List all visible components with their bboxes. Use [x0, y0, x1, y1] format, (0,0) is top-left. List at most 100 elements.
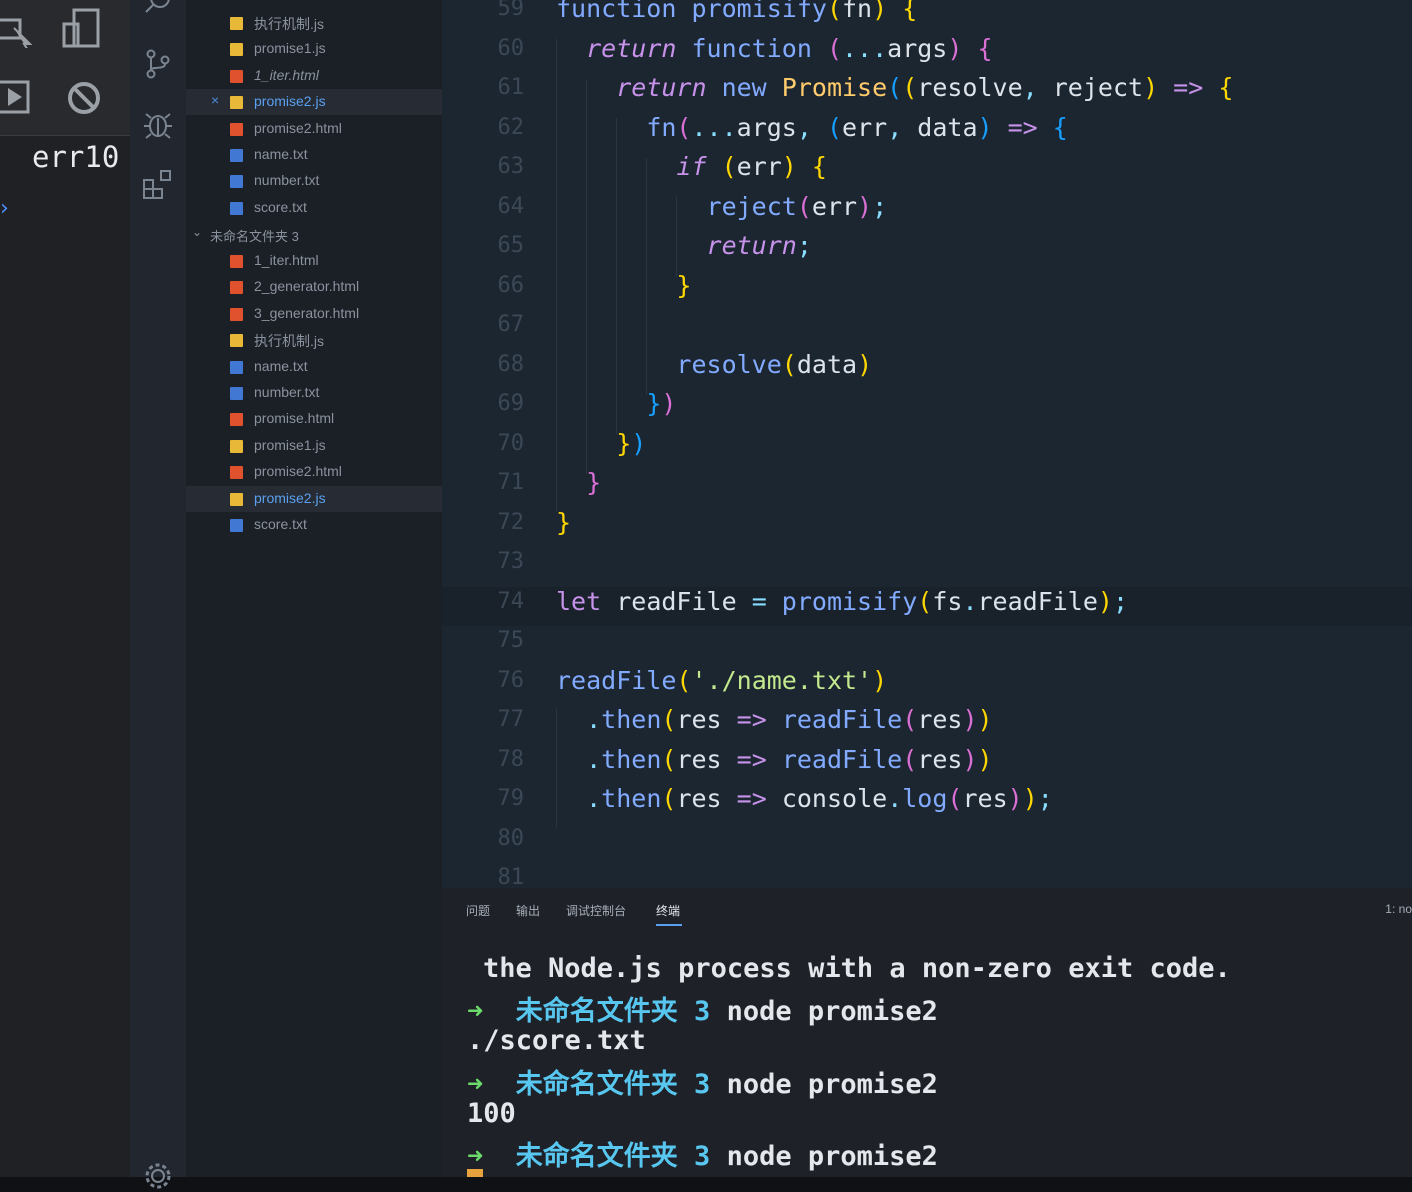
- file-item[interactable]: 1_iter.html: [186, 248, 442, 274]
- code-token: (: [902, 705, 918, 734]
- code-token: .: [586, 744, 602, 774]
- code-token: ,: [1022, 73, 1053, 102]
- line-number: 71: [497, 470, 525, 495]
- file-item[interactable]: score.txt: [186, 195, 442, 221]
- code-token: return: [586, 33, 677, 63]
- code-token: ): [1022, 784, 1038, 813]
- file-item[interactable]: 执行机制.js: [186, 327, 442, 353]
- code-line: 61 return new Promise((resolve, reject) …: [442, 73, 1412, 112]
- code-text: return new Promise((resolve, reject) => …: [556, 73, 1233, 102]
- code-token: resolve: [676, 349, 782, 379]
- code-token: res: [676, 784, 737, 813]
- extensions-icon[interactable]: [142, 168, 174, 200]
- code-token: ): [1097, 586, 1113, 616]
- close-icon[interactable]: ×: [211, 92, 219, 108]
- folder-row[interactable]: ⌄ 未命名文件夹 3: [186, 222, 442, 246]
- file-name: number.txt: [254, 172, 320, 189]
- code-token: (: [781, 349, 797, 379]
- line-number: 80: [497, 825, 525, 851]
- code-line: 72}: [442, 508, 1412, 547]
- active-tab-indicator: [656, 924, 682, 926]
- code-token: ): [857, 349, 873, 379]
- file-item[interactable]: promise2.html: [186, 459, 442, 485]
- debug-icon[interactable]: [142, 108, 174, 140]
- code-text: .then(res => console.log(res));: [556, 784, 1053, 813]
- code-text: }: [556, 468, 601, 497]
- tab-problems[interactable]: 问题: [466, 902, 490, 919]
- code-token: }: [676, 270, 692, 300]
- clear-console-icon[interactable]: [66, 80, 102, 116]
- code-text: }): [556, 389, 676, 418]
- prompt-command: node promise2: [726, 996, 938, 1027]
- file-name: name.txt: [254, 146, 308, 162]
- file-item[interactable]: 3_generator.html: [186, 301, 442, 327]
- file-item[interactable]: × promise2.js: [186, 89, 442, 116]
- code-token: ;: [1112, 586, 1129, 616]
- prompt-arrow-icon: ➜: [467, 996, 484, 1027]
- html-file-icon: [230, 466, 243, 480]
- run-snippet-icon[interactable]: [0, 78, 34, 116]
- terminal-selector[interactable]: 1: no: [1385, 902, 1412, 916]
- code-token: ...: [842, 33, 888, 63]
- tab-debug-console[interactable]: 调试控制台: [566, 902, 626, 919]
- file-item[interactable]: 1_iter.html: [186, 63, 442, 89]
- line-number: 66: [497, 272, 525, 298]
- console-prompt[interactable]: ›: [0, 196, 9, 221]
- code-token: ): [872, 0, 888, 23]
- html-file-icon: [230, 281, 243, 295]
- file-item[interactable]: promise2.js: [186, 485, 442, 512]
- code-text: function promisify(fn) {: [556, 0, 917, 23]
- code-token: .: [586, 784, 602, 813]
- device-toolbar-icon[interactable]: [60, 8, 102, 50]
- code-token: fs: [932, 586, 963, 616]
- code-token: data: [917, 112, 978, 142]
- code-token: =>: [736, 744, 782, 774]
- html-file-icon: [230, 413, 243, 427]
- tab-output[interactable]: 输出: [516, 902, 540, 919]
- code-token: =>: [736, 784, 782, 813]
- code-text: fn(...args, (err, data) => {: [556, 113, 1068, 142]
- file-name: 3_generator.html: [254, 304, 360, 321]
- code-editor[interactable]: 59 function promisify(fn) {60 return func…: [442, 0, 1412, 888]
- activity-bar: [130, 0, 186, 1189]
- file-item[interactable]: promise.html: [186, 406, 442, 432]
- code-text: resolve(data): [556, 350, 872, 379]
- code-token: res: [917, 744, 963, 774]
- file-item[interactable]: number.txt: [186, 380, 442, 406]
- code-token: ;: [1037, 784, 1053, 813]
- folder-label: 未命名文件夹 3: [210, 229, 299, 244]
- line-number: 70: [497, 430, 525, 456]
- file-item[interactable]: name.txt: [186, 142, 442, 168]
- inspect-element-icon[interactable]: [0, 12, 34, 48]
- file-item[interactable]: score.txt: [186, 512, 442, 538]
- file-item[interactable]: promise1.js: [186, 433, 442, 459]
- gear-icon[interactable]: [142, 1160, 174, 1192]
- code-token: }: [586, 468, 602, 497]
- code-token: ): [661, 389, 677, 418]
- source-control-icon[interactable]: [142, 48, 174, 80]
- file-item[interactable]: name.txt: [186, 354, 442, 380]
- line-number: 74: [497, 588, 525, 614]
- line-number: 64: [497, 193, 525, 219]
- code-line: 70 }): [442, 429, 1412, 468]
- chevron-down-icon[interactable]: ⌄: [192, 225, 202, 239]
- prompt-arrow-icon: ➜: [467, 1069, 484, 1100]
- code-token: reject: [706, 191, 797, 221]
- js-file-icon: [230, 492, 243, 506]
- file-item[interactable]: 执行机制.js: [186, 10, 442, 36]
- code-text: reject(err);: [556, 191, 888, 221]
- file-item[interactable]: 2_generator.html: [186, 274, 442, 300]
- code-line: 59 function promisify(fn) {: [442, 0, 1412, 33]
- search-icon[interactable]: [142, 0, 174, 20]
- tab-terminal[interactable]: 终端: [656, 902, 680, 919]
- file-item[interactable]: promise2.html: [186, 116, 442, 142]
- code-token: ): [977, 112, 993, 142]
- code-token: =>: [992, 112, 1053, 142]
- file-item[interactable]: number.txt: [186, 168, 442, 194]
- file-item[interactable]: promise1.js: [186, 36, 442, 62]
